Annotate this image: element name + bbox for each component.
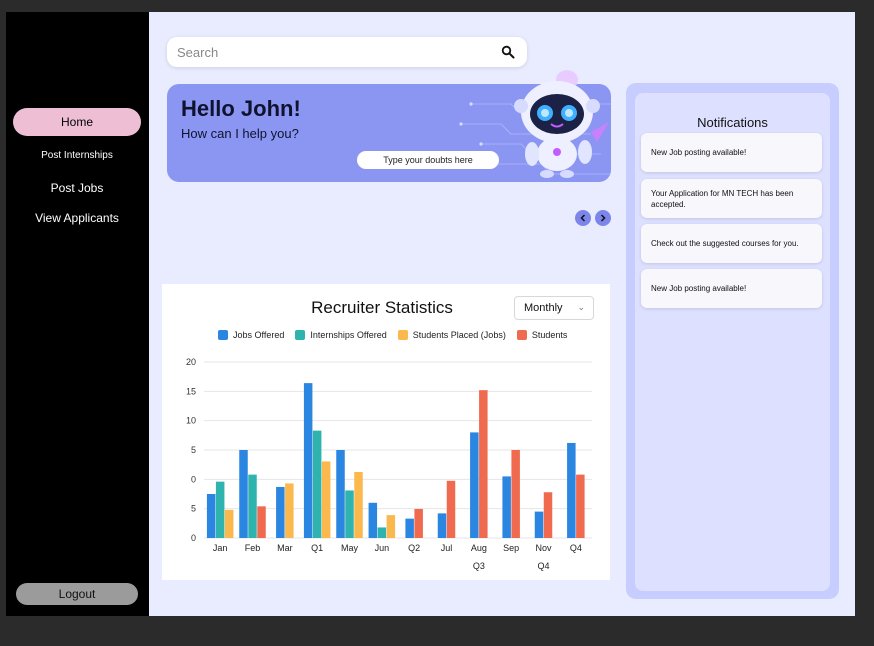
y-tick-label: 10 [186,416,196,426]
notification-item[interactable]: Your Application for MN TECH has been ac… [641,179,822,218]
sidebar: Home Post Internships Post Jobs View App… [6,12,149,616]
bar [285,483,294,538]
notification-item[interactable]: New Job posting available! [641,269,822,308]
bar-chart: 20 15 10 5 0 5 0 Jan Feb Mar Q1 May Jun Q2 Jul Aug Q3 Sep… [186,357,592,571]
chart-legend: Jobs Offered Internships Offered Students … [218,330,567,340]
bar [386,515,396,538]
sidebar-item-home[interactable]: Home [13,108,141,136]
bar [437,513,447,538]
x-tick-label-secondary: Q4 [537,561,549,571]
x-tick-label: Mar [277,543,293,553]
notifications-panel: Notifications New Job posting available!… [626,83,839,599]
x-tick-label: Nov [535,543,552,553]
legend-item: Internships Offered [295,330,387,340]
x-tick-label: Sep [503,543,519,553]
sidebar-item-post-jobs[interactable]: Post Jobs [13,174,141,202]
bar [312,430,322,538]
x-tick-label: Jun [375,543,390,553]
bar [576,474,585,538]
bar [368,502,378,538]
bar [446,480,456,538]
legend-item: Jobs Offered [218,330,284,340]
bar [336,450,345,538]
bar [303,383,313,538]
y-tick-label: 5 [191,445,196,455]
bar [239,450,248,538]
legend-swatch [516,330,527,340]
y-tick-label: 0 [191,533,196,543]
bar [276,486,285,538]
logout-button[interactable]: Logout [16,583,138,605]
bar [567,442,576,538]
x-tick-label: Jul [441,543,453,553]
chevron-left-icon [580,214,586,222]
bar [321,461,331,538]
x-tick-label: Q4 [570,543,582,553]
x-tick-label-secondary: Q3 [473,561,485,571]
bar [215,481,225,538]
recruiter-statistics-card: 20 15 10 5 0 5 0 Jan Feb Mar Q1 May Jun Q2 Jul Aug Q3 Sep… [162,284,610,580]
legend-item: Students [516,330,568,340]
legend-swatch [397,330,408,340]
robot-assistant-icon [514,70,609,178]
carousel-prev-button[interactable] [575,210,591,226]
legend-label: Internships Offered [310,330,387,340]
period-dropdown[interactable]: Monthly ⌄ [514,296,594,320]
sidebar-item-view-applicants[interactable]: View Applicants [13,204,141,232]
bar [414,508,423,538]
bar [511,450,520,538]
chevron-down-icon: ⌄ [577,302,585,312]
x-tick-label: Q1 [311,543,323,553]
chevron-right-icon [600,214,606,222]
x-tick-label: Jan [213,543,228,553]
x-tick-label: May [341,543,359,553]
notifications-title: Notifications [697,115,768,130]
search-input[interactable] [177,37,487,67]
bar [470,432,479,538]
bar [543,492,553,538]
y-tick-label: 20 [186,357,196,367]
legend-label: Students Placed (Jobs) [412,330,506,340]
period-dropdown-value: Monthly [524,302,563,314]
greeting-subtitle: How can I help you? [181,126,299,141]
sidebar-item-post-internships[interactable]: Post Internships [13,141,141,169]
bar [206,494,216,538]
legend-item: Students Placed (Jobs) [397,330,506,340]
notification-item[interactable]: New Job posting available! [641,133,822,172]
search-bar [167,37,527,67]
x-tick-label: Q2 [408,543,420,553]
doubt-input[interactable] [357,151,499,169]
main-content: Hello John! How can I help you? 20 15 10 5 0… [149,12,855,616]
greeting-heading: Hello John! [181,96,301,121]
bar [248,474,257,538]
x-tick-label: Feb [245,543,261,553]
welcome-banner: Hello John! How can I help you? [167,70,611,182]
bar [345,490,354,538]
bar [257,506,266,538]
y-tick-label: 5 [191,504,196,514]
bar [405,518,414,538]
notification-item[interactable]: Check out the suggested courses for you. [641,224,822,263]
notifications-inner: Notifications New Job posting available!… [635,93,830,591]
bar [479,390,488,538]
bar [224,509,234,538]
y-tick-label: 15 [186,386,196,396]
legend-label: Jobs Offered [233,330,285,340]
search-icon[interactable] [501,45,515,59]
legend-label: Students [531,330,568,340]
bar [377,527,387,538]
bar [502,476,511,538]
legend-swatch [218,330,228,340]
bar [534,511,544,538]
x-tick-label: Aug [471,543,487,553]
carousel-next-button[interactable] [595,210,611,226]
bar [354,472,363,538]
legend-swatch [295,330,306,340]
y-tick-label: 0 [191,474,196,484]
